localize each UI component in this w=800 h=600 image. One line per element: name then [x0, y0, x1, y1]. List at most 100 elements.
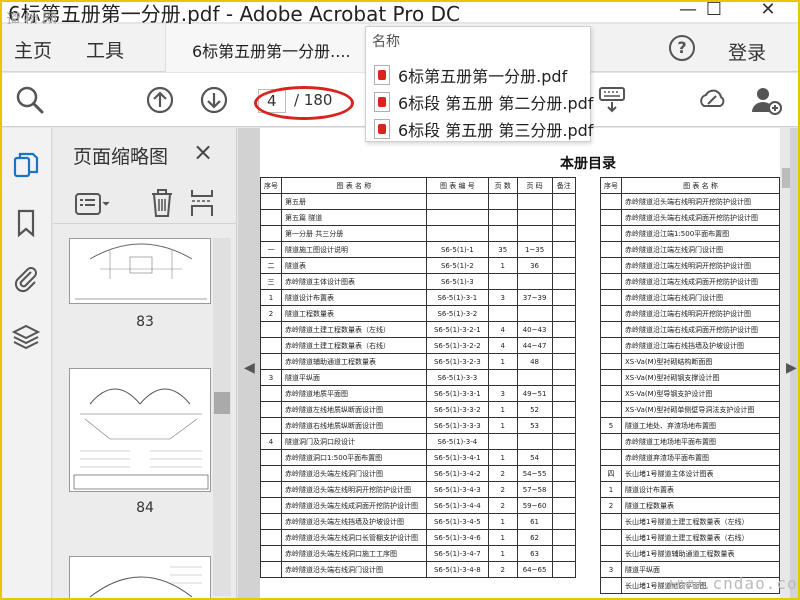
- document-area[interactable]: ◀ 本册目录 序号图 表 名 称图 表 编 号页 数页 码备注 第五册 第五篇 隧…: [238, 128, 798, 598]
- attachment-icon[interactable]: [11, 264, 41, 294]
- table-cell: 1: [487, 401, 518, 418]
- table-row: 第五册: [260, 193, 577, 210]
- close-button[interactable]: ✕: [748, 2, 788, 21]
- table-cell: 36: [516, 257, 553, 274]
- table-cell: [551, 321, 577, 338]
- arrow-down-icon[interactable]: [198, 84, 230, 116]
- page-thumbnail-85[interactable]: [69, 556, 211, 598]
- dropdown-item[interactable]: 6标段 第五册 第二分册.pdf: [372, 88, 593, 114]
- table-cell: 2: [260, 305, 282, 322]
- thumbnail-scrollbar[interactable]: [213, 238, 231, 596]
- page-thumbnails-icon[interactable]: [11, 150, 41, 180]
- table-cell: 2: [487, 465, 518, 482]
- pdf-page: 本册目录 序号图 表 名 称图 表 编 号页 数页 码备注 第五册 第五篇 隧道第…: [260, 128, 790, 598]
- table-cell: 三: [260, 273, 282, 290]
- table-cell: [551, 305, 577, 322]
- table-cell: 长山堵1号隧道土建工程数量表（左线）: [621, 513, 780, 530]
- table-cell: [551, 417, 577, 434]
- page-thumbnail-84[interactable]: [69, 368, 211, 492]
- table-header-cell: 图 表 名 称: [281, 177, 427, 194]
- table-cell: [516, 225, 553, 242]
- table-cell: 54: [516, 449, 553, 466]
- table-cell: 赤岭隧道土建工程数量表（左线）: [281, 321, 427, 338]
- table-row: 1 隧道设计布置表: [600, 481, 780, 498]
- table-cell: S6-5(1)-3-4-5: [425, 513, 489, 530]
- trash-icon[interactable]: [149, 188, 175, 218]
- table-cell: 二: [260, 257, 282, 274]
- table-cell: S6-5(1)-3-2: [425, 305, 489, 322]
- table-cell: 第五册: [281, 193, 427, 210]
- login-button[interactable]: 登录: [728, 38, 766, 65]
- table-cell: [600, 513, 622, 530]
- table-cell: 赤岭隧道工地场地平面布置图: [621, 433, 780, 450]
- thumbnails-panel: 页面缩略图 × 83 84: [53, 128, 237, 598]
- table-cell: 第一分册 共三分册: [281, 225, 427, 242]
- table-cell: 赤岭隧道沿头端右线明洞开挖防护设计图: [621, 193, 780, 210]
- table-cell: [600, 225, 622, 242]
- table-header-row: 序号图 表 名 称图 表 编 号页 数页 码备注: [260, 177, 577, 194]
- dropdown-item[interactable]: 6标第五册第一分册.pdf: [372, 61, 588, 87]
- panel-close-icon[interactable]: ×: [193, 138, 213, 166]
- table-row: 1 隧道设计布置表 S6-5(1)-3-1 3 37~39: [260, 289, 577, 306]
- maximize-button[interactable]: ☐: [694, 2, 734, 21]
- table-cell: 长山堵1号隧道土建工程数量表（右线）: [621, 529, 780, 546]
- table-cell: [551, 497, 577, 514]
- dropdown-item[interactable]: 6标段 第五册 第三分册.pdf: [372, 115, 593, 141]
- add-user-icon[interactable]: [750, 84, 782, 116]
- table-row: 长山堵1号隧道土建工程数量表（右线）: [600, 529, 780, 546]
- table-cell: 隧道设计布置表: [281, 289, 427, 306]
- search-zoom-icon[interactable]: [14, 84, 46, 116]
- crop-pages-icon[interactable]: [189, 188, 215, 218]
- table-cell: [551, 209, 577, 226]
- table-cell: S6-5(1)-3-4: [425, 433, 489, 450]
- thumbnail-drawing: [73, 388, 209, 490]
- table-cell: XS-Va(M)型衬砌单侧壁导洞法支护设计图: [621, 401, 780, 418]
- table-cell: 52: [516, 401, 553, 418]
- table-cell: 54~55: [516, 465, 553, 482]
- table-cell: 隧道表: [281, 257, 427, 274]
- table-cell: [600, 433, 622, 450]
- table-cell: 2: [600, 497, 622, 514]
- page-thumbnail-83[interactable]: [69, 238, 211, 304]
- document-scroll-thumb[interactable]: [782, 168, 790, 188]
- table-cell: 61: [516, 513, 553, 530]
- table-row: 赤岭隧道沿江端1:500平面布置图: [600, 225, 780, 242]
- page-title: 本册目录: [560, 156, 616, 172]
- bookmark-icon[interactable]: [11, 208, 41, 238]
- table-cell: 隧道施工图设计说明: [281, 241, 427, 258]
- help-icon[interactable]: ?: [669, 35, 695, 61]
- table-cell: 2: [487, 497, 518, 514]
- table-cell: 赤岭隧道沿江端右线明洞开挖防护设计图: [621, 305, 780, 322]
- table-row: 赤岭隧道弃渣场平面布置图: [600, 449, 780, 466]
- table-cell: S6-5(1)-3-4-6: [425, 529, 489, 546]
- table-cell: [516, 273, 553, 290]
- tools-menu[interactable]: 工具: [86, 36, 124, 63]
- table-cell: 53: [516, 417, 553, 434]
- table-cell: [551, 561, 577, 578]
- table-row: 赤岭隧道沿头端左线成洞面开挖防护设计图 S6-5(1)-3-4-4 2 59~60: [260, 497, 577, 514]
- table-cell: 4: [487, 321, 518, 338]
- table-row: 赤岭隧道土建工程数量表（右线） S6-5(1)-3-2-2 4 44~47: [260, 337, 577, 354]
- document-tab[interactable]: 6标第五册第一分册....: [165, 24, 370, 72]
- table-cell: [551, 337, 577, 354]
- table-cell: [487, 193, 518, 210]
- table-cell: [600, 577, 622, 594]
- table-header-cell: 序号: [600, 177, 622, 194]
- prev-page-arrow-icon[interactable]: ◀: [244, 360, 255, 376]
- cloud-link-icon[interactable]: [696, 84, 728, 116]
- table-cell: S6-5(1)-3-3-3: [425, 417, 489, 434]
- layers-icon[interactable]: [11, 322, 41, 352]
- table-cell: [425, 209, 489, 226]
- home-menu[interactable]: 主页: [14, 36, 52, 63]
- keyboard-icon[interactable]: [596, 84, 628, 116]
- table-row: 赤岭隧道地质平面图 S6-5(1)-3-3-1 3 49~51: [260, 385, 577, 402]
- thumbnail-options-icon[interactable]: [75, 192, 111, 216]
- table-cell: [260, 497, 282, 514]
- thumbnail-scroll-thumb[interactable]: [214, 392, 230, 414]
- table-row: 赤岭隧道沿头端左线挡墙及护坡设计图 S6-5(1)-3-4-5 1 61: [260, 513, 577, 530]
- table-cell: 64~65: [516, 561, 553, 578]
- table-cell: 40~43: [516, 321, 553, 338]
- table-header-cell: 页 码: [516, 177, 553, 194]
- arrow-up-icon[interactable]: [144, 84, 176, 116]
- next-page-arrow-icon[interactable]: ▶: [786, 360, 797, 376]
